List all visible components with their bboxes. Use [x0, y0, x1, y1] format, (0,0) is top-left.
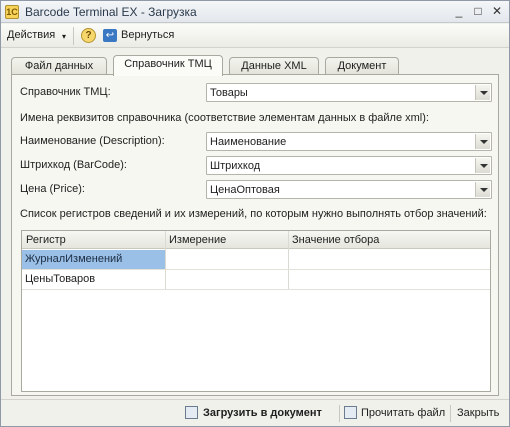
actions-menu-button[interactable]: Действия	[7, 29, 55, 41]
name-select[interactable]: Наименование	[206, 132, 492, 151]
barcode-label: Штрихкод (BarCode):	[20, 159, 127, 171]
name-value: Наименование	[210, 136, 287, 148]
close-window-button[interactable]: ✕	[489, 4, 505, 20]
load-to-document-button[interactable]: Загрузить в документ	[203, 407, 322, 419]
tab-panel: Справочник ТМЦ: Товары Имена реквизитов …	[11, 74, 499, 396]
footer-bar: Загрузить в документ Прочитать файл Закр…	[1, 399, 509, 426]
chevron-down-icon[interactable]	[475, 85, 490, 100]
footer-separator	[450, 405, 451, 422]
tab-xml-data[interactable]: Данные XML	[229, 57, 319, 75]
load-icon[interactable]	[185, 406, 198, 419]
table-cell[interactable]: ЖурналИзменений	[22, 250, 165, 269]
table-cell[interactable]	[289, 270, 489, 289]
table-cell[interactable]	[166, 250, 288, 269]
help-icon[interactable]: ?	[81, 28, 96, 43]
close-button[interactable]: Закрыть	[457, 407, 499, 419]
tab-document[interactable]: Документ	[325, 57, 399, 75]
fields-header: Имена реквизитов справочника (соответств…	[20, 112, 429, 124]
column-header-dimension[interactable]: Измерение	[169, 234, 226, 246]
catalog-label: Справочник ТМЦ:	[20, 86, 111, 98]
back-icon[interactable]: ↩	[103, 29, 117, 42]
price-value: ЦенаОптовая	[210, 184, 280, 196]
table-row[interactable]: ЦеныТоваров	[22, 270, 490, 290]
barcode-select[interactable]: Штрихкод	[206, 156, 492, 175]
catalog-select[interactable]: Товары	[206, 83, 492, 102]
table-cell[interactable]	[166, 270, 288, 289]
floppy-icon[interactable]	[344, 406, 357, 419]
table-cell[interactable]	[289, 250, 489, 269]
table-header: Регистр Измерение Значение отбора	[22, 231, 490, 249]
barcode-value: Штрихкод	[210, 160, 261, 172]
app-icon: 1C	[5, 5, 19, 19]
registers-table[interactable]: Регистр Измерение Значение отбора Журнал…	[21, 230, 491, 392]
catalog-value: Товары	[210, 87, 248, 99]
name-label: Наименование (Description):	[20, 135, 165, 147]
price-label: Цена (Price):	[20, 183, 85, 195]
main-window: 1C Barcode Terminal EX - Загрузка _ □ ✕ …	[0, 0, 510, 427]
title-bar: 1C Barcode Terminal EX - Загрузка _ □ ✕	[1, 1, 509, 23]
chevron-down-icon[interactable]	[475, 134, 490, 149]
maximize-button[interactable]: □	[470, 4, 486, 20]
toolbar-separator	[73, 27, 74, 45]
price-select[interactable]: ЦенаОптовая	[206, 180, 492, 199]
registers-header: Список регистров сведений и их измерений…	[20, 208, 487, 220]
table-cell[interactable]: ЦеныТоваров	[22, 270, 165, 289]
read-file-button[interactable]: Прочитать файл	[361, 407, 445, 419]
back-button[interactable]: Вернуться	[121, 29, 174, 41]
chevron-down-icon[interactable]	[475, 182, 490, 197]
column-header-register[interactable]: Регистр	[26, 234, 66, 246]
minimize-button[interactable]: _	[451, 4, 467, 20]
chevron-down-icon[interactable]	[475, 158, 490, 173]
window-title: Barcode Terminal EX - Загрузка	[25, 5, 197, 19]
tab-catalog-tmc[interactable]: Справочник ТМЦ	[113, 55, 223, 76]
table-row[interactable]: ЖурналИзменений	[22, 250, 490, 270]
footer-separator	[339, 405, 340, 422]
tab-data-file[interactable]: Файл данных	[11, 57, 107, 75]
toolbar: Действия ▾ ? ↩ Вернуться	[1, 24, 509, 48]
chevron-down-icon[interactable]: ▾	[62, 32, 66, 41]
column-header-filter-value[interactable]: Значение отбора	[292, 234, 379, 246]
